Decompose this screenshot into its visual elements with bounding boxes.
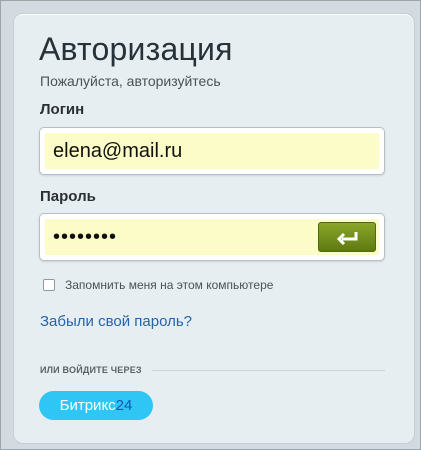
password-input[interactable] (45, 219, 313, 255)
or-login-via-row: ИЛИ ВОЙДИТЕ ЧЕРЕЗ (40, 365, 385, 375)
password-field-wrapper (39, 213, 385, 261)
remember-me-label: Запомнить меня на этом компьютере (65, 278, 274, 292)
login-label: Логин (40, 101, 85, 118)
remember-me-checkbox[interactable] (43, 279, 55, 291)
remember-me-row[interactable]: Запомнить меня на этом компьютере (43, 278, 273, 292)
enter-arrow-icon (337, 232, 358, 245)
login-input[interactable] (45, 133, 379, 169)
login-field-wrapper (39, 127, 385, 175)
bitrix24-logo-text: Битрикс (59, 397, 116, 414)
divider-line (151, 369, 385, 371)
or-login-via-label: ИЛИ ВОЙДИТЕ ЧЕРЕЗ (40, 365, 142, 375)
page-subtitle: Пожалуйста, авторизуйтесь (40, 73, 221, 89)
window-frame: Авторизация Пожалуйста, авторизуйтесь Ло… (0, 0, 421, 450)
forgot-password-link[interactable]: Забыли свой пароль? (40, 313, 192, 330)
bitrix24-login-button[interactable]: Битрикс 24 (39, 391, 153, 420)
password-label: Пароль (40, 188, 96, 205)
page-title: Авторизация (39, 31, 233, 67)
bitrix24-logo-number: 24 (115, 397, 133, 414)
enter-button[interactable] (318, 222, 376, 252)
